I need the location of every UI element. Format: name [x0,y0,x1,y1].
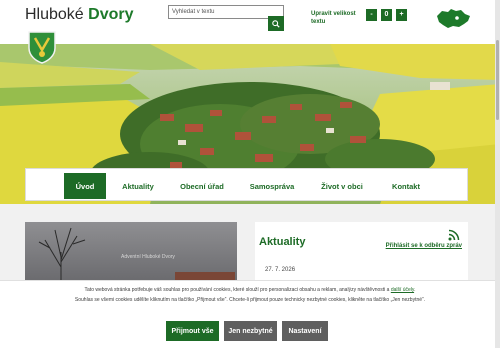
rss-icon[interactable] [448,229,460,241]
cookie-text-suffix: . [414,287,416,293]
village-coat-of-arms-icon[interactable] [27,30,57,64]
site-header: Hluboké Dvory Vyhledat v textu Upravit v… [0,0,500,44]
cookie-text-line2: Souhlas se všemi cookies udělíte kliknut… [74,297,426,303]
page-scrollbar[interactable] [495,0,500,348]
photo-caption: Adventní Hluboké Dvory [121,254,175,260]
nav-item-kontakt[interactable]: Kontakt [382,173,430,199]
czech-map-icon[interactable] [434,6,472,30]
cookie-consent-bar: Tato webová stránka potřebuje váš souhla… [0,280,500,348]
font-increase-button[interactable]: + [396,9,407,21]
font-decrease-button[interactable]: - [366,9,377,21]
nav-item-zivot-v-obci[interactable]: Život v obci [314,173,370,199]
cookie-more-purposes-link[interactable]: další účely [391,287,414,293]
search-input[interactable]: Vyhledat v textu [168,5,284,19]
news-date: 27. 7. 2026 [265,267,296,273]
nav-item-obecni-urad[interactable]: Obecní úřad [174,173,230,199]
page: Hluboké Dvory Vyhledat v textu Upravit v… [0,0,500,348]
brand-first-word: Hluboké [25,6,84,23]
brand-second-word: Dvory [88,6,134,23]
cookie-text-line1: Tato webová stránka potřebuje váš souhla… [0,287,500,293]
nav-item-uvod[interactable]: Úvod [64,173,106,199]
news-heading: Aktuality [259,236,306,248]
font-reset-button[interactable]: 0 [381,9,392,21]
cookie-text-prefix: Tato webová stránka potřebuje váš souhla… [84,287,391,293]
search-button[interactable] [268,16,284,31]
search-icon [272,19,280,28]
accept-all-button[interactable]: Přijmout vše [166,321,219,341]
necessary-only-button[interactable]: Jen nezbytné [224,321,277,341]
main-navigation: Úvod Aktuality Obecní úřad Samospráva Ži… [25,168,468,201]
font-size-label: Upravit velikost textu [311,11,356,25]
subscribe-link[interactable]: Přihlásit se k odběru zpráv [386,243,462,249]
nav-item-samosprava[interactable]: Samospráva [244,173,300,199]
site-logo-text[interactable]: Hluboké Dvory [25,6,134,24]
scrollbar-thumb[interactable] [496,40,499,120]
nav-item-aktuality[interactable]: Aktuality [114,173,162,199]
cookie-settings-button[interactable]: Nastavení [282,321,328,341]
